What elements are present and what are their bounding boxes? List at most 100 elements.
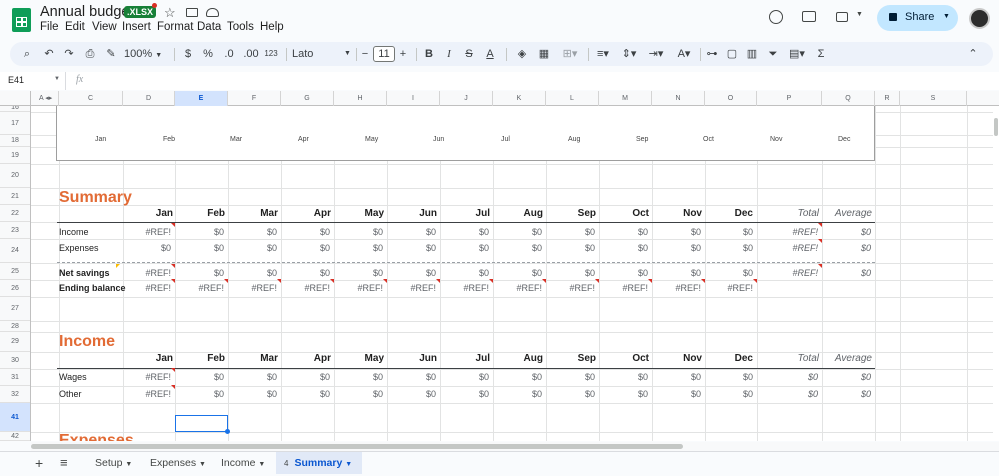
value-cell[interactable]: $0 bbox=[549, 372, 595, 382]
column-header-e[interactable]: E bbox=[175, 91, 228, 106]
row-header[interactable]: 41 bbox=[0, 403, 30, 432]
increase-font-size-button[interactable]: + bbox=[396, 42, 410, 66]
column-header-h[interactable]: H bbox=[334, 91, 387, 106]
all-sheets-icon[interactable]: ≡ bbox=[60, 452, 68, 474]
font-size-input[interactable]: 11 bbox=[373, 46, 395, 62]
row-header[interactable]: 27 bbox=[0, 297, 30, 321]
value-cell[interactable]: $0 bbox=[496, 243, 542, 253]
value-cell[interactable]: $0 bbox=[655, 243, 701, 253]
value-cell[interactable]: $0 bbox=[655, 389, 701, 399]
fill-color-icon[interactable]: ◈ bbox=[514, 42, 530, 66]
column-header-i[interactable]: I bbox=[387, 91, 440, 106]
borders-icon[interactable]: ▦ bbox=[536, 42, 552, 66]
value-cell[interactable]: $0 bbox=[602, 243, 648, 253]
scrollbar-thumb[interactable] bbox=[31, 444, 683, 449]
value-cell[interactable]: $0 bbox=[337, 372, 383, 382]
value-cell[interactable]: #REF! bbox=[125, 268, 171, 278]
print-icon[interactable]: ⎙ bbox=[82, 42, 98, 66]
value-cell[interactable]: #REF! bbox=[390, 283, 436, 293]
vertical-scrollbar[interactable] bbox=[993, 106, 999, 441]
value-cell[interactable]: $0 bbox=[655, 227, 701, 237]
value-cell[interactable]: $0 bbox=[496, 389, 542, 399]
text-rotation-icon[interactable]: A▾ bbox=[672, 42, 696, 66]
column-header-s[interactable]: S bbox=[900, 91, 967, 106]
column-header-c[interactable]: C bbox=[59, 91, 123, 106]
row-header[interactable]: 29 bbox=[0, 332, 30, 352]
value-cell[interactable]: $0 bbox=[284, 227, 330, 237]
value-cell[interactable]: $0 bbox=[178, 389, 224, 399]
meet-dropdown-icon[interactable]: ▼ bbox=[856, 11, 863, 18]
value-cell[interactable]: #REF! bbox=[284, 283, 330, 293]
undo-icon[interactable]: ↶ bbox=[42, 42, 56, 66]
value-cell[interactable]: $0 bbox=[390, 389, 436, 399]
value-cell[interactable]: $0 bbox=[390, 227, 436, 237]
insert-link-icon[interactable]: ⊶ bbox=[704, 42, 720, 66]
menu-tools[interactable]: Tools bbox=[227, 21, 254, 33]
value-cell[interactable]: $0 bbox=[655, 268, 701, 278]
average-cell[interactable]: $0 bbox=[825, 372, 871, 382]
value-cell[interactable]: #REF! bbox=[707, 283, 753, 293]
total-cell[interactable]: $0 bbox=[772, 389, 818, 399]
value-cell[interactable]: $0 bbox=[390, 243, 436, 253]
total-cell[interactable]: $0 bbox=[772, 372, 818, 382]
value-cell[interactable]: $0 bbox=[549, 268, 595, 278]
value-cell[interactable]: #REF! bbox=[655, 283, 701, 293]
add-sheet-button[interactable]: + bbox=[35, 452, 43, 474]
average-cell[interactable]: $0 bbox=[825, 227, 871, 237]
value-cell[interactable]: #REF! bbox=[125, 372, 171, 382]
menu-insert[interactable]: Insert bbox=[122, 21, 151, 33]
menu-help[interactable]: Help bbox=[260, 21, 284, 33]
value-cell[interactable]: $0 bbox=[655, 372, 701, 382]
more-formats-button[interactable]: 123 bbox=[262, 42, 280, 66]
column-header-k[interactable]: K bbox=[493, 91, 546, 106]
menu-view[interactable]: View bbox=[92, 21, 117, 33]
filter-views-icon[interactable]: ▤▾ bbox=[784, 42, 810, 66]
cloud-status-icon[interactable] bbox=[206, 8, 219, 17]
row-header[interactable]: 26 bbox=[0, 280, 30, 297]
value-cell[interactable]: $0 bbox=[443, 268, 489, 278]
column-header-q[interactable]: Q bbox=[822, 91, 875, 106]
redo-icon[interactable]: ↷ bbox=[62, 42, 76, 66]
value-cell[interactable]: $0 bbox=[602, 227, 648, 237]
value-cell[interactable]: #REF! bbox=[443, 283, 489, 293]
column-header-n[interactable]: N bbox=[652, 91, 705, 106]
percent-format-button[interactable]: % bbox=[202, 42, 214, 66]
value-cell[interactable]: $0 bbox=[231, 268, 277, 278]
row-header[interactable]: 30 bbox=[0, 352, 30, 369]
meet-icon[interactable] bbox=[836, 12, 848, 22]
sheets-logo-icon[interactable] bbox=[12, 8, 31, 32]
value-cell[interactable]: $0 bbox=[496, 268, 542, 278]
value-cell[interactable]: #REF! bbox=[125, 389, 171, 399]
value-cell[interactable]: #REF! bbox=[178, 283, 224, 293]
italic-button[interactable]: I bbox=[442, 42, 456, 66]
fill-handle[interactable] bbox=[225, 429, 230, 434]
row-label[interactable]: Wages bbox=[59, 372, 87, 382]
value-cell[interactable]: #REF! bbox=[496, 283, 542, 293]
menu-format[interactable]: Format bbox=[157, 21, 193, 33]
value-cell[interactable]: $0 bbox=[496, 372, 542, 382]
row-header[interactable]: 28 bbox=[0, 321, 30, 332]
value-cell[interactable]: $0 bbox=[707, 389, 753, 399]
row-header[interactable]: 17 bbox=[0, 112, 30, 135]
value-cell[interactable]: $0 bbox=[707, 268, 753, 278]
star-icon[interactable]: ☆ bbox=[164, 5, 176, 21]
row-header[interactable]: 21 bbox=[0, 188, 30, 205]
history-icon[interactable] bbox=[769, 10, 783, 24]
total-cell[interactable]: #REF! bbox=[772, 243, 818, 253]
average-cell[interactable]: $0 bbox=[825, 268, 871, 278]
doc-title[interactable]: Annual budget bbox=[40, 4, 134, 20]
column-header-f[interactable]: F bbox=[228, 91, 281, 106]
row-header[interactable]: 18 bbox=[0, 135, 30, 147]
total-cell[interactable]: #REF! bbox=[772, 227, 818, 237]
move-folder-icon[interactable] bbox=[186, 8, 198, 17]
merge-cells-icon[interactable]: ⊞▾ bbox=[558, 42, 582, 66]
column-header-o[interactable]: O bbox=[705, 91, 757, 106]
value-cell[interactable]: $0 bbox=[178, 243, 224, 253]
row-header[interactable]: 31 bbox=[0, 369, 30, 386]
average-cell[interactable]: $0 bbox=[825, 389, 871, 399]
value-cell[interactable]: $0 bbox=[231, 372, 277, 382]
value-cell[interactable]: $0 bbox=[443, 372, 489, 382]
row-header[interactable]: 23 bbox=[0, 222, 30, 239]
column-header-d[interactable]: D bbox=[123, 91, 175, 106]
value-cell[interactable]: $0 bbox=[496, 227, 542, 237]
